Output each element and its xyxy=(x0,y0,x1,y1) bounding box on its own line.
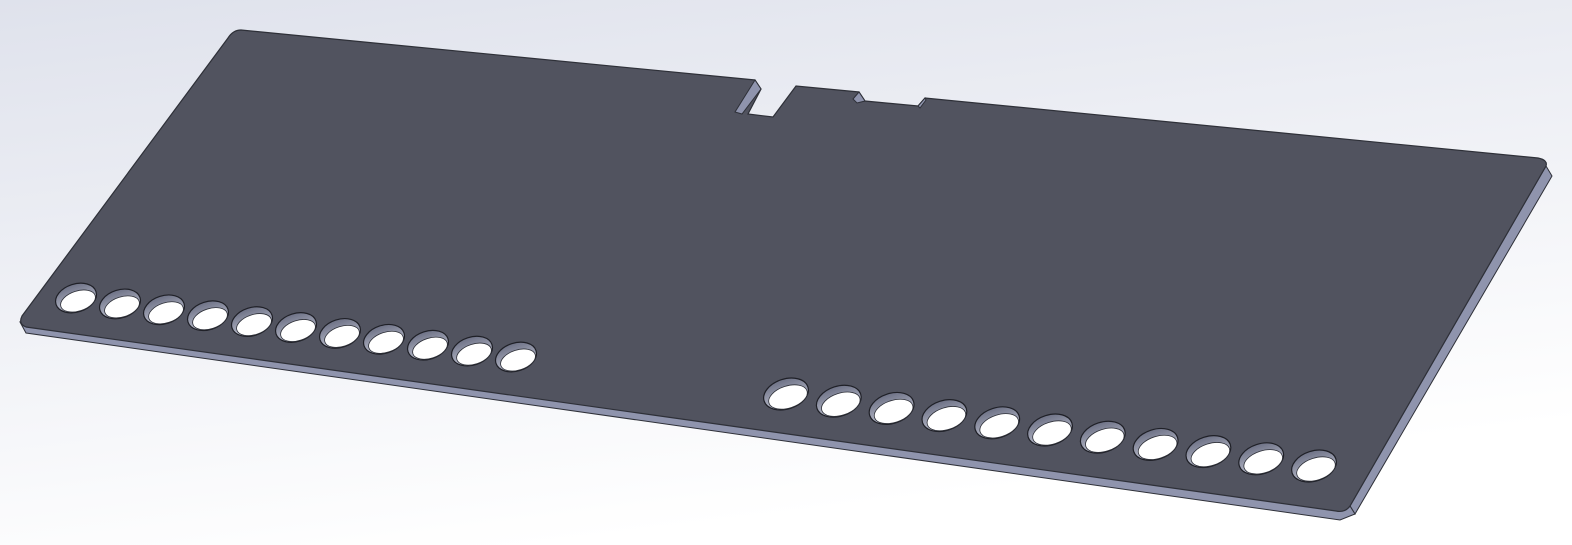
3d-model-view[interactable] xyxy=(0,0,1572,545)
cad-viewport[interactable] xyxy=(0,0,1572,545)
